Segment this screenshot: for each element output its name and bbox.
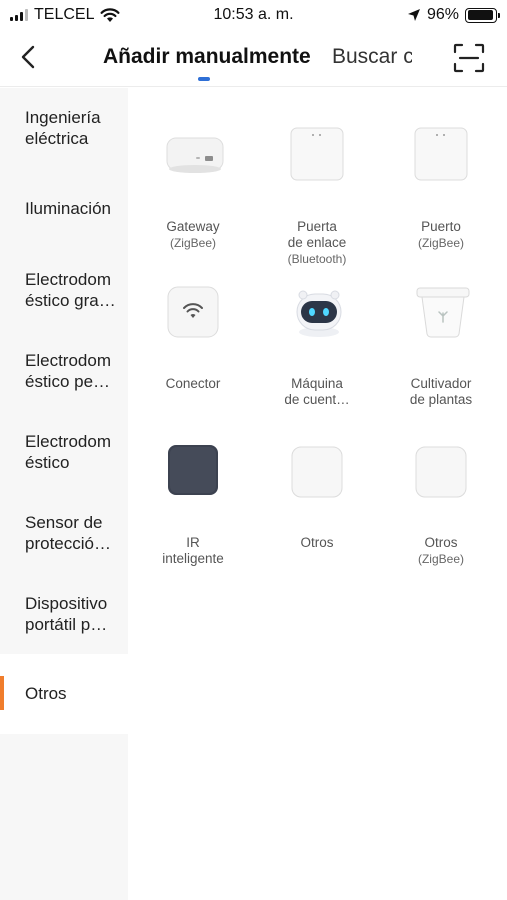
device-name: Conector	[165, 376, 221, 391]
sidebar-item-label: Electrodom éstico pe…	[25, 351, 111, 391]
device-name: Otros	[424, 535, 458, 550]
scan-icon	[453, 43, 485, 73]
battery-percent: 96%	[426, 6, 459, 23]
sidebar-item-large-appliances[interactable]: Electrodom éstico gra…	[0, 269, 128, 311]
location-arrow-icon	[407, 9, 420, 21]
device-label: IR inteligente	[130, 519, 256, 567]
other-device-icon	[289, 444, 345, 500]
battery-level	[467, 10, 494, 20]
device-label: Puerto (ZigBee)	[378, 203, 504, 267]
device-name: Puerto	[421, 219, 461, 234]
tab-add-manually[interactable]: Añadir manualmente	[103, 45, 311, 69]
device-label: Otros	[254, 519, 380, 551]
sidebar-item-electrical-engineering[interactable]: Ingeniería eléctrica	[0, 107, 128, 149]
device-plant-grower[interactable]: Cultivador de plantas	[378, 284, 504, 407]
gateway-hub-icon	[165, 124, 224, 180]
battery-icon	[465, 7, 500, 23]
sidebar-item-small-appliances[interactable]: Electrodom éstico pe…	[0, 350, 128, 392]
device-label: Conector	[130, 360, 256, 392]
plant-pot-icon	[413, 284, 470, 340]
device-label: Otros (ZigBee)	[378, 519, 504, 583]
device-protocol: (ZigBee)	[417, 552, 464, 566]
sidebar-active-indicator	[0, 676, 4, 710]
sidebar-item-label: Sensor de protecció…	[25, 513, 111, 553]
device-protocol: (ZigBee)	[417, 236, 464, 250]
sidebar-item-label: Electrodom éstico	[25, 432, 111, 472]
device-protocol: (Bluetooth)	[287, 252, 347, 266]
sidebar-item-label: Otros	[25, 684, 67, 703]
zigbee-port-icon	[413, 126, 469, 182]
device-name: IR inteligente	[162, 535, 224, 566]
wifi-connector-icon	[165, 284, 221, 340]
header: Añadir manualmente Buscar c	[0, 30, 507, 87]
sidebar-item-protection-sensor[interactable]: Sensor de protecció…	[0, 512, 128, 554]
device-label: Gateway (ZigBee)	[130, 203, 256, 267]
tab-search[interactable]: Buscar c	[332, 45, 412, 69]
device-connector[interactable]: Conector	[130, 284, 256, 394]
sidebar-item-label: Ingeniería eléctrica	[25, 108, 101, 148]
tab-active-indicator	[198, 77, 210, 81]
scan-button[interactable]	[452, 42, 486, 74]
device-counting-machine[interactable]: Máquina de cuent…	[254, 284, 380, 407]
sidebar-item-others[interactable]: Otros	[0, 654, 128, 734]
bluetooth-gateway-icon	[289, 126, 345, 182]
status-bar-right: 96%	[407, 6, 500, 24]
status-bar: TELCEL 10:53 a. m. 96%	[0, 0, 507, 30]
device-name: Puerta de enlace	[287, 219, 347, 250]
device-name: Otros	[300, 535, 334, 550]
sidebar-item-label: Iluminación	[25, 199, 111, 218]
sidebar-item-portable-device[interactable]: Dispositivo portátil p…	[0, 593, 128, 635]
device-others[interactable]: Otros	[254, 442, 380, 552]
category-sidebar: Ingeniería eléctrica Iluminación Electro…	[0, 88, 128, 900]
robot-icon	[289, 284, 345, 340]
device-others-zigbee[interactable]: Otros (ZigBee)	[378, 442, 504, 566]
other-zigbee-device-icon	[413, 444, 469, 500]
device-label: Máquina de cuent…	[254, 360, 380, 408]
sidebar-item-lighting[interactable]: Iluminación	[0, 198, 128, 219]
sidebar-item-label: Electrodom éstico gra…	[25, 270, 116, 310]
device-gateway-bluetooth[interactable]: Puerta de enlace (Bluetooth)	[254, 124, 380, 266]
device-name: Cultivador de plantas	[409, 376, 473, 407]
back-button[interactable]	[14, 42, 42, 72]
sidebar-item-label: Dispositivo portátil p…	[25, 594, 108, 634]
tab-search-label: Buscar c	[332, 45, 412, 68]
device-label: Puerta de enlace (Bluetooth)	[254, 203, 380, 283]
device-port-zigbee[interactable]: Puerto (ZigBee)	[378, 124, 504, 250]
chevron-left-icon	[21, 45, 35, 69]
device-name: Gateway	[166, 219, 220, 234]
device-name: Máquina de cuent…	[284, 376, 350, 407]
sidebar-item-appliances[interactable]: Electrodom éstico	[0, 431, 128, 473]
device-protocol: (ZigBee)	[169, 236, 216, 250]
device-gateway-zigbee[interactable]: Gateway (ZigBee)	[130, 124, 256, 250]
device-ir-smart[interactable]: IR inteligente	[130, 442, 256, 566]
device-label: Cultivador de plantas	[378, 360, 504, 408]
ir-remote-icon	[165, 442, 221, 498]
